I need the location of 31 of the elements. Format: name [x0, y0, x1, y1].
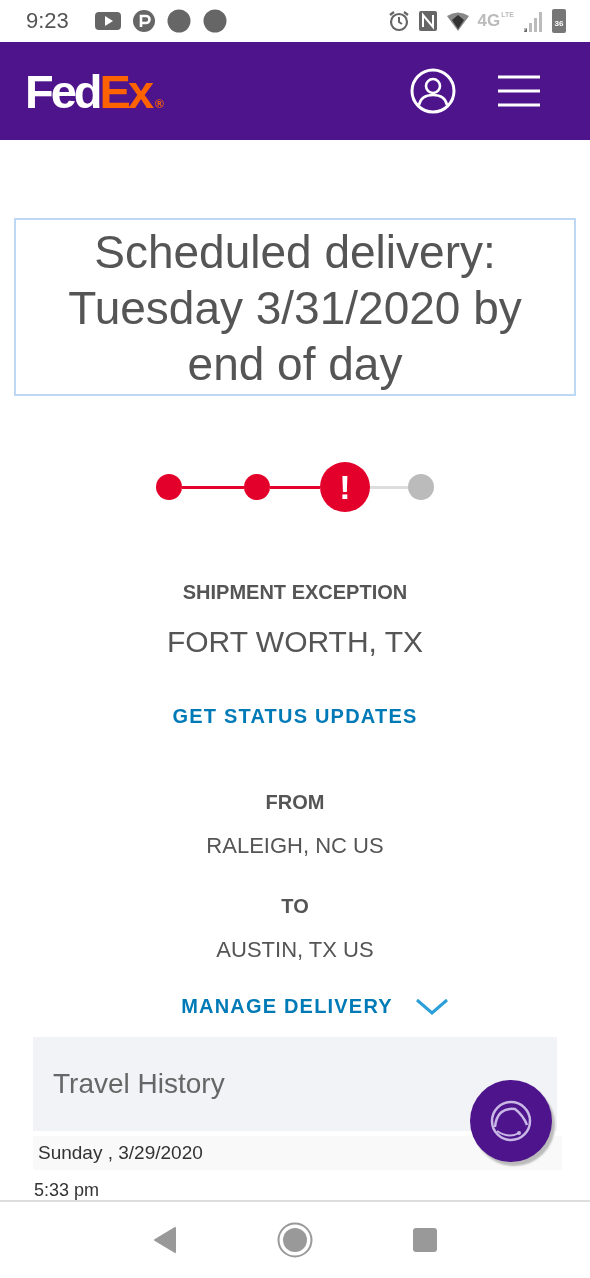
video-play-icon — [94, 10, 121, 32]
wifi-icon — [445, 11, 470, 31]
back-icon — [153, 1226, 177, 1254]
destination-location: AUSTIN, TX US — [216, 936, 374, 964]
menu-button[interactable] — [498, 75, 540, 107]
scheduled-delivery-heading: Scheduled delivery: Tuesday 3/31/2020 by end of day — [14, 218, 576, 396]
battery-icon: 36 — [552, 9, 566, 33]
status-location: FORT WORTH, TX — [166, 624, 424, 660]
travel-history-header[interactable]: Travel History — [33, 1037, 557, 1131]
dot-icon — [202, 9, 227, 33]
to-label: TO — [281, 894, 309, 918]
home-icon — [277, 1222, 313, 1258]
back-button[interactable] — [153, 1226, 177, 1254]
from-label: FROM — [265, 790, 325, 814]
status-updates-link[interactable]: GET STATUS UPDATES — [172, 704, 418, 728]
exception-step-icon: ! — [320, 462, 370, 512]
dot-icon — [166, 9, 191, 33]
status-label: SHIPMENT EXCEPTION — [182, 580, 408, 604]
travel-history-title: Travel History — [53, 1067, 225, 1100]
nfc-icon — [417, 10, 438, 32]
account-button[interactable] — [410, 68, 456, 114]
history-time: 5:33 pm — [34, 1180, 100, 1200]
manage-delivery-link[interactable]: MANAGE DELIVERY — [181, 994, 393, 1018]
alarm-clock-icon — [387, 10, 410, 32]
clock-time: 9:23 — [26, 8, 69, 34]
origin-location: RALEIGH, NC US — [206, 832, 384, 860]
home-button[interactable] — [277, 1222, 313, 1258]
p-circle-icon — [132, 10, 155, 32]
menu-icon — [498, 75, 540, 107]
user-icon — [410, 68, 456, 114]
recents-icon — [413, 1228, 437, 1252]
